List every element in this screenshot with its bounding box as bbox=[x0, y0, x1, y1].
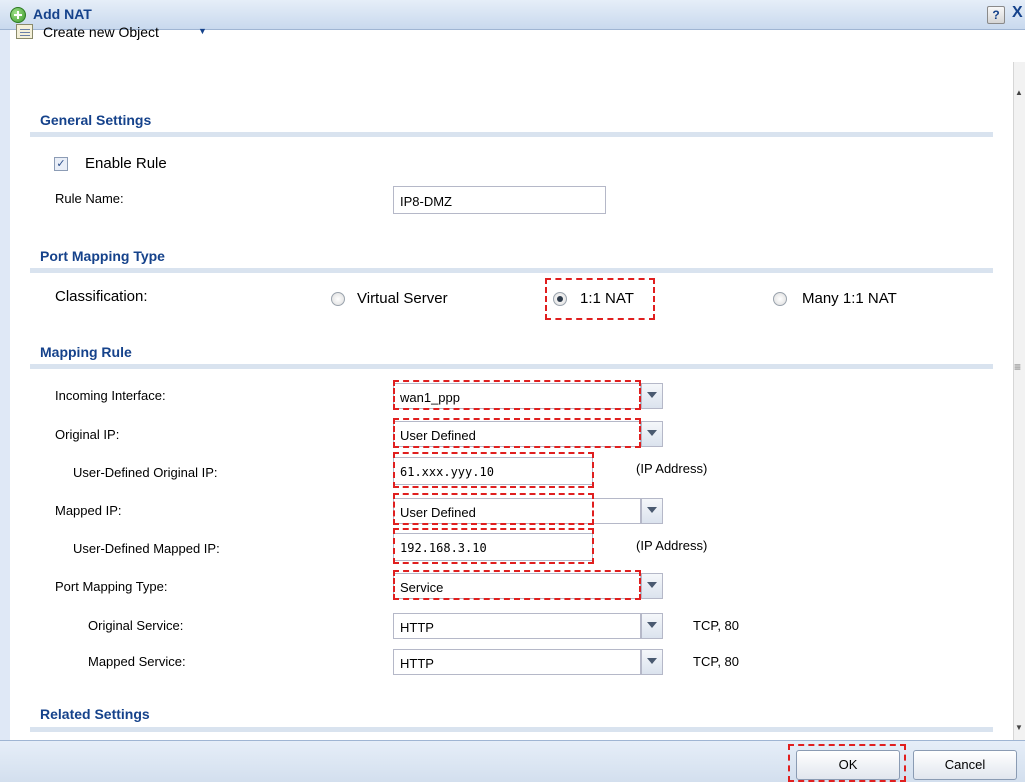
classification-label: Classification: bbox=[55, 288, 148, 305]
port-mapping-type-label: Port Mapping Type: bbox=[55, 579, 168, 594]
create-new-object-label: Create new Object bbox=[43, 24, 159, 40]
section-divider bbox=[30, 727, 993, 732]
chevron-down-icon[interactable] bbox=[641, 498, 663, 524]
one-to-one-nat-label: 1:1 NAT bbox=[580, 290, 634, 307]
enable-rule-checkbox[interactable]: ✓ bbox=[54, 157, 68, 171]
mapped-ip-hint: (IP Address) bbox=[636, 538, 708, 553]
incoming-interface-select[interactable]: wan1_ppp bbox=[393, 383, 663, 409]
mapping-rule-title: Mapping Rule bbox=[40, 344, 132, 360]
help-icon[interactable]: ? bbox=[987, 6, 1005, 24]
mapped-ip-select[interactable]: User Defined bbox=[393, 498, 663, 524]
original-service-info: TCP, 80 bbox=[693, 618, 740, 633]
original-ip-label: Original IP: bbox=[55, 427, 120, 442]
original-ip-value: User Defined bbox=[400, 428, 476, 443]
dialog-title: Add NAT bbox=[33, 6, 92, 22]
chevron-down-icon[interactable] bbox=[641, 421, 663, 447]
incoming-interface-value: wan1_ppp bbox=[400, 390, 460, 405]
chevron-down-icon[interactable] bbox=[641, 383, 663, 409]
mapped-service-label: Mapped Service: bbox=[88, 654, 186, 669]
chevron-down-icon: ▼ bbox=[198, 26, 207, 36]
port-mapping-type-select[interactable]: Service bbox=[393, 573, 663, 599]
incoming-interface-label: Incoming Interface: bbox=[55, 388, 166, 403]
original-service-label: Original Service: bbox=[88, 618, 184, 633]
radio-many-one-to-one-nat[interactable] bbox=[773, 292, 787, 306]
cancel-button[interactable]: Cancel bbox=[913, 750, 1017, 780]
ok-button[interactable]: OK bbox=[796, 750, 900, 780]
scroll-up-icon[interactable]: ▲ bbox=[1015, 88, 1023, 97]
rule-name-label: Rule Name: bbox=[55, 191, 124, 206]
original-ip-hint: (IP Address) bbox=[636, 461, 708, 476]
radio-one-to-one-nat[interactable] bbox=[553, 292, 567, 306]
scroll-down-icon[interactable]: ▼ bbox=[1015, 723, 1023, 732]
section-divider bbox=[30, 364, 993, 369]
close-icon[interactable]: X bbox=[1012, 4, 1023, 22]
port-mapping-type-title: Port Mapping Type bbox=[40, 248, 165, 264]
user-defined-mapped-ip-input[interactable]: 192.168.3.10 bbox=[393, 533, 593, 561]
section-divider bbox=[30, 268, 993, 273]
enable-rule-label: Enable Rule bbox=[85, 155, 167, 172]
original-service-value: HTTP bbox=[400, 620, 434, 635]
mapped-ip-value: User Defined bbox=[400, 505, 476, 520]
dialog-left-border bbox=[0, 30, 10, 740]
original-ip-select[interactable]: User Defined bbox=[393, 421, 663, 447]
general-settings-title: General Settings bbox=[40, 112, 152, 128]
radio-virtual-server[interactable] bbox=[331, 292, 345, 306]
original-service-select[interactable]: HTTP bbox=[393, 613, 663, 639]
user-defined-original-ip-input[interactable]: 61.xxx.yyy.10 bbox=[393, 457, 593, 485]
object-list-icon bbox=[16, 24, 33, 39]
port-mapping-type-value: Service bbox=[400, 580, 444, 595]
user-defined-original-ip-label: User-Defined Original IP: bbox=[73, 465, 218, 480]
chevron-down-icon[interactable] bbox=[641, 649, 663, 675]
chevron-down-icon[interactable] bbox=[641, 613, 663, 639]
rule-name-input[interactable]: IP8-DMZ bbox=[393, 186, 606, 214]
related-settings-title: Related Settings bbox=[40, 706, 150, 722]
mapped-ip-label: Mapped IP: bbox=[55, 503, 122, 518]
many-one-to-one-nat-label: Many 1:1 NAT bbox=[802, 290, 897, 307]
add-icon bbox=[10, 7, 26, 23]
mapped-service-select[interactable]: HTTP bbox=[393, 649, 663, 675]
section-divider bbox=[30, 132, 993, 137]
vertical-scrollbar[interactable] bbox=[1013, 62, 1025, 740]
user-defined-mapped-ip-label: User-Defined Mapped IP: bbox=[73, 541, 220, 556]
chevron-down-icon[interactable] bbox=[641, 573, 663, 599]
scroll-grip-icon[interactable]: ≡ bbox=[1014, 360, 1021, 374]
mapped-service-info: TCP, 80 bbox=[693, 654, 740, 669]
virtual-server-label: Virtual Server bbox=[357, 290, 448, 307]
mapped-service-value: HTTP bbox=[400, 656, 434, 671]
